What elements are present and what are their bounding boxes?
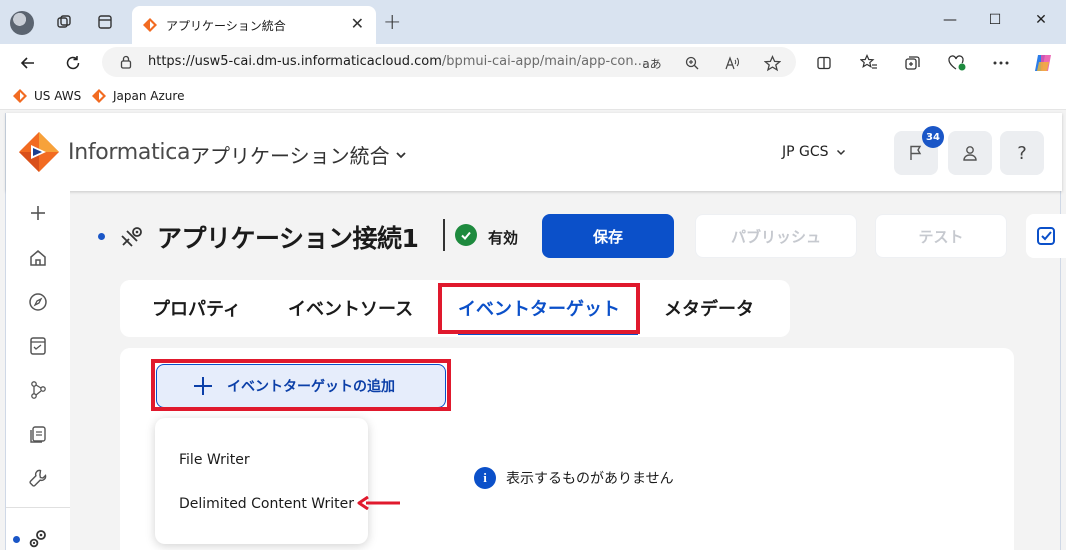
app-header: Informatica アプリケーション統合 JP GCS 34 ? (6, 113, 1062, 191)
monitor-icon[interactable] (26, 334, 50, 358)
save-button[interactable]: 保存 (542, 214, 674, 258)
user-profile-button[interactable] (948, 131, 992, 175)
app-connection-icon (121, 227, 142, 247)
maximize-icon[interactable]: ☐ (985, 10, 1005, 30)
left-navigation (6, 191, 70, 550)
status-check-icon (455, 224, 477, 246)
unsaved-indicator-dot (98, 233, 105, 240)
bookmarks-bar: US AWS Japan Azure (0, 82, 1066, 110)
checklist-icon (1037, 227, 1055, 245)
reader-mode-icon[interactable] (722, 53, 742, 73)
favorites-icon[interactable] (858, 52, 880, 74)
home-icon[interactable] (26, 246, 50, 270)
tab-event-sources[interactable]: イベントソース (288, 295, 413, 321)
read-aloud-icon[interactable]: aあ (642, 53, 662, 73)
refresh-icon[interactable] (61, 51, 85, 75)
informatica-logo (19, 132, 59, 172)
browser-tab-active[interactable]: アプリケーション統合 ✕ (132, 6, 376, 44)
new-tab-icon[interactable]: + (383, 10, 401, 35)
flag-icon (910, 145, 922, 160)
page-title: アプリケーション接続1 (157, 224, 419, 253)
notification-count-badge: 34 (922, 126, 944, 148)
bookmark-japan-azure[interactable]: Japan Azure (91, 88, 184, 104)
administration-wrench-icon[interactable] (26, 466, 50, 490)
new-asset-icon[interactable] (26, 201, 50, 225)
more-options-icon[interactable] (990, 52, 1012, 74)
browser-essentials-icon[interactable] (946, 52, 968, 74)
chevron-down-icon (836, 149, 845, 156)
bundles-icon[interactable] (26, 423, 50, 447)
zoom-icon[interactable] (682, 53, 702, 73)
user-icon (963, 146, 977, 161)
app-frame: Informatica アプリケーション統合 JP GCS 34 ? アプリケー… (5, 113, 1066, 550)
title-separator (443, 219, 445, 251)
collections-icon[interactable] (902, 52, 924, 74)
profile-avatar[interactable] (10, 11, 34, 35)
highlight-box-add-button (151, 359, 451, 411)
split-screen-icon[interactable] (813, 52, 835, 74)
url-text[interactable]: https://usw5-cai.dm-us.informaticacloud.… (148, 54, 646, 69)
lock-icon[interactable] (118, 54, 134, 70)
tab-actions-icon[interactable] (95, 12, 115, 32)
close-window-icon[interactable]: ✕ (1031, 10, 1051, 30)
tab-metadata[interactable]: メタデータ (664, 295, 754, 321)
bookmark-us-aws[interactable]: US AWS (12, 88, 81, 104)
tab-close-icon[interactable]: ✕ (351, 14, 364, 33)
red-arrow-annotation (357, 496, 400, 510)
browser-titlebar: アプリケーション統合 ✕ + — ☐ ✕ (0, 0, 1066, 44)
copilot-icon[interactable] (1032, 52, 1054, 74)
help-button[interactable]: ? (1000, 131, 1044, 175)
app-connection-gears-icon[interactable] (26, 526, 50, 550)
org-switcher[interactable]: JP GCS (782, 144, 847, 160)
validate-button[interactable] (1026, 214, 1066, 258)
chevron-down-icon (395, 151, 406, 158)
tab-properties[interactable]: プロパティ (152, 295, 241, 321)
workspaces-icon[interactable] (54, 12, 74, 32)
brand-name: Informatica (68, 140, 191, 165)
publish-button[interactable]: パブリッシュ (695, 214, 857, 258)
explore-icon[interactable] (26, 290, 50, 314)
add-target-dropdown-menu: File Writer Delimited Content Writer (155, 418, 368, 544)
browser-toolbar: https://usw5-cai.dm-us.informaticacloud.… (0, 44, 1066, 82)
menu-item-delimited-content-writer[interactable]: Delimited Content Writer (179, 496, 354, 512)
active-indicator-dot (13, 536, 20, 543)
test-button[interactable]: テスト (875, 214, 1007, 258)
back-icon[interactable] (16, 51, 40, 75)
highlight-box-tab (438, 283, 640, 334)
status-label: 有効 (488, 229, 519, 247)
empty-state: i 表示するものがありません (474, 467, 674, 489)
sidebar-divider (6, 507, 70, 508)
informatica-favicon (143, 18, 157, 32)
connections-icon[interactable] (26, 378, 50, 402)
informatica-bookmark-icon (13, 89, 27, 103)
address-bar[interactable]: https://usw5-cai.dm-us.informaticacloud.… (102, 47, 796, 77)
help-icon: ? (1017, 142, 1027, 164)
app-switcher[interactable]: アプリケーション統合 (190, 140, 408, 169)
informatica-bookmark-icon (92, 89, 106, 103)
info-icon: i (474, 467, 496, 489)
empty-state-message: 表示するものがありません (506, 471, 674, 487)
favorite-star-icon[interactable] (762, 53, 782, 73)
tab-title: アプリケーション統合 (166, 19, 286, 33)
minimize-icon[interactable]: — (940, 10, 960, 30)
menu-item-file-writer[interactable]: File Writer (179, 452, 250, 468)
